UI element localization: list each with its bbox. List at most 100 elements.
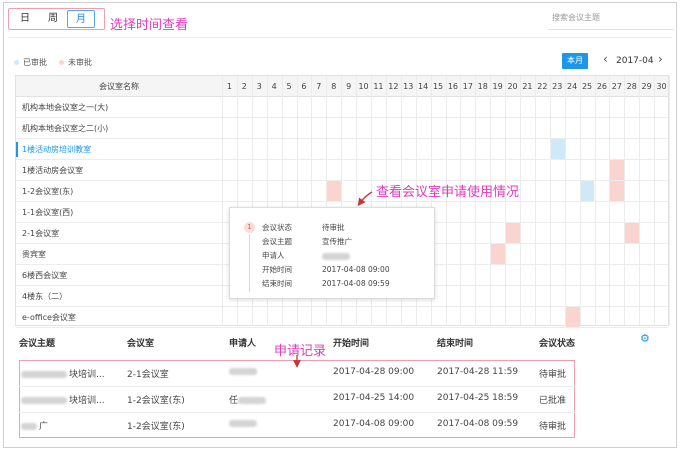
popup-subject-row: 会议主题 宣传推广	[262, 236, 352, 247]
cell-room: 1-2会议室(东)	[127, 396, 185, 406]
start-value: 2017-04-08 09:00	[322, 265, 390, 274]
redacted-text	[229, 420, 257, 427]
room-row[interactable]: 机构本地会议室之二(小)	[16, 118, 668, 139]
day-header-23: 23	[552, 82, 563, 91]
redacted-text	[21, 397, 67, 404]
day-header-2: 2	[241, 82, 247, 91]
room-row[interactable]: 1-2会议室(东)	[16, 181, 668, 202]
search-input[interactable]: 搜索会议主题	[548, 8, 674, 30]
room-row[interactable]: 1楼活动房培训教室	[16, 139, 668, 160]
day-header-12: 12	[388, 82, 399, 91]
booking-index-badge: 1	[244, 222, 255, 233]
day-header-14: 14	[418, 82, 429, 91]
this-month-button[interactable]: 本月	[562, 53, 588, 69]
subject-value: 宣传推广	[322, 237, 352, 246]
day-header-28: 28	[626, 82, 637, 91]
col-end: 结束时间	[437, 339, 474, 349]
room-name: 机构本地会议室之一(大)	[22, 103, 109, 112]
col-subject: 会议主题	[19, 339, 56, 349]
redacted-text	[21, 423, 37, 430]
day-header-16: 16	[447, 82, 459, 91]
cell-applicant	[229, 419, 257, 429]
booking-cell-pending[interactable]	[491, 244, 506, 264]
room-name: 贵宾室	[22, 250, 46, 259]
redacted-text	[238, 397, 267, 404]
grid-line	[669, 76, 670, 325]
tab-month[interactable]: 月	[67, 10, 95, 28]
annotation-view-usage: 查看会议室申请使用情况	[376, 185, 520, 200]
cell-end: 2017-04-08 09:59	[437, 419, 519, 429]
day-header-19: 19	[492, 82, 503, 91]
room-name: 2-1会议室	[22, 229, 60, 238]
booking-cell-pending[interactable]	[565, 307, 580, 327]
view-switcher: 日 周 月	[8, 8, 105, 30]
day-header-10: 10	[358, 82, 369, 91]
day-header-29: 29	[641, 82, 652, 91]
popup-status-row: 会议状态 待审批	[262, 222, 345, 233]
day-header-30: 30	[656, 82, 667, 91]
day-header-20: 20	[507, 82, 518, 91]
cell-subject: 块培训...	[21, 393, 105, 406]
current-month-label: 2017-04	[616, 56, 654, 66]
room-name: e-office会议室	[22, 313, 76, 322]
cell-room: 1-2会议室(东)	[127, 422, 185, 432]
room-name: 1楼活动房会议室	[22, 166, 84, 175]
chevron-right-icon[interactable]: ›	[658, 52, 663, 66]
cell-end: 2017-04-25 18:59	[437, 393, 519, 403]
cell-applicant: 任	[229, 393, 267, 406]
room-name-header: 会议室名称	[99, 82, 139, 91]
legend: 已审批 未审批	[14, 57, 92, 68]
tab-week[interactable]: 周	[39, 10, 67, 28]
chevron-left-icon[interactable]: ‹	[603, 52, 608, 66]
booking-cell-approved[interactable]	[580, 181, 595, 201]
tab-day[interactable]: 日	[11, 10, 39, 28]
day-header-18: 18	[477, 82, 488, 91]
start-label: 开始时间	[262, 265, 292, 274]
room-name: 1楼活动房培训教室	[22, 145, 92, 154]
annotation-select-time: 选择时间查看	[110, 18, 189, 33]
popup-end-row: 结束时间 2017-04-08 09:59	[262, 278, 390, 289]
booking-cell-pending[interactable]	[610, 181, 625, 201]
cell-subject: 块培训...	[21, 367, 105, 380]
day-header-21: 21	[522, 82, 533, 91]
legend-pending: 未审批	[59, 57, 92, 68]
popup-applicant-row: 申请人	[262, 250, 350, 261]
cell-start: 2017-04-25 14:00	[333, 393, 415, 403]
legend-approved-label: 已审批	[23, 58, 47, 67]
day-header-15: 15	[432, 82, 444, 91]
table-row[interactable]: 广 1-2会议室(东) 2017-04-08 09:00 2017-04-08 09:…	[15, 412, 575, 438]
day-header-24: 24	[567, 82, 578, 91]
cell-subject: 广	[21, 419, 48, 432]
legend-pending-label: 未审批	[68, 58, 92, 67]
table-row[interactable]: 块培训... 1-2会议室(东) 任 2017-04-25 14:00 2017-04-…	[15, 386, 575, 412]
gear-icon[interactable]: ⚙	[640, 333, 650, 344]
room-name: 6楼西会议室	[22, 271, 68, 280]
redacted-text	[21, 371, 67, 378]
day-header-1: 1	[226, 82, 232, 91]
applicant-label: 申请人	[262, 251, 285, 260]
day-header-5: 5	[286, 82, 292, 91]
timeline-line	[249, 234, 250, 292]
end-value: 2017-04-08 09:59	[322, 279, 390, 288]
room-row[interactable]: 1楼活动房会议室	[16, 160, 668, 181]
cell-start: 2017-04-08 09:00	[333, 419, 415, 429]
subject-label: 会议主题	[262, 237, 292, 246]
legend-approved: 已审批	[14, 57, 47, 68]
day-header-11: 11	[373, 82, 384, 91]
booking-detail-popup: 1 会议状态 待审批 会议主题 宣传推广 申请人 开始时间 2017-04-08 09…	[229, 207, 435, 299]
popup-start-row: 开始时间 2017-04-08 09:00	[262, 264, 390, 275]
room-row[interactable]: 机构本地会议室之一(大)	[16, 97, 668, 118]
booking-cell-pending[interactable]	[327, 181, 342, 201]
table-row[interactable]: 块培训... 2-1会议室 2017-04-28 09:00 2017-04-28 1…	[15, 360, 575, 386]
booking-cell-pending[interactable]	[625, 223, 640, 243]
day-header-3: 3	[256, 82, 262, 91]
booking-cell-approved[interactable]	[550, 139, 565, 159]
cell-status: 待审批	[539, 422, 567, 432]
booking-cell-pending[interactable]	[610, 160, 625, 180]
day-header-8: 8	[331, 82, 337, 91]
day-header-7: 7	[316, 82, 322, 91]
day-header-13: 13	[403, 82, 414, 91]
cell-end: 2017-04-28 11:59	[437, 367, 519, 377]
booking-cell-pending[interactable]	[506, 223, 520, 243]
col-applicant: 申请人	[229, 339, 257, 349]
